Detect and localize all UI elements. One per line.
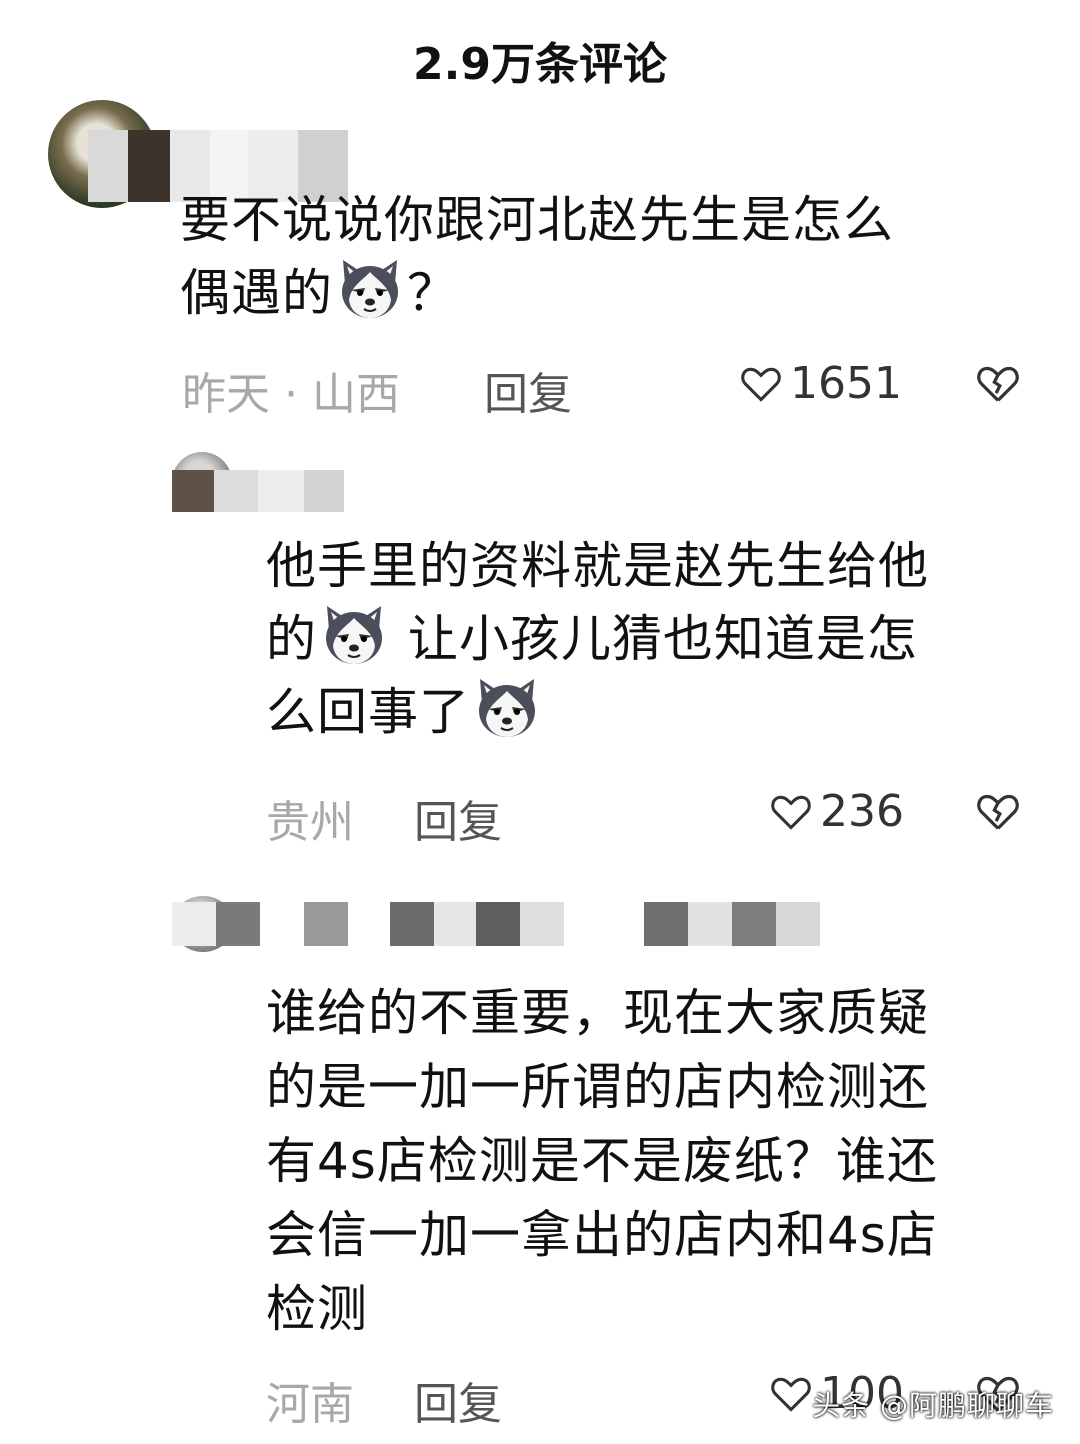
comment-text: 要不说说你跟河北赵先生是怎么 偶遇的？ [180, 191, 894, 322]
reply-button[interactable]: 回复 [414, 786, 502, 850]
heart-outline-icon [741, 367, 781, 402]
comment-text: 他手里的资料就是赵先生给他 的 让小孩儿猜也知道是怎 么回事了 [266, 537, 929, 741]
comment-time-location: 昨天 · 山西 [182, 369, 400, 420]
heart-outline-icon [771, 795, 811, 830]
reply-button[interactable]: 回复 [414, 1368, 502, 1432]
husky-emoji-icon [474, 675, 540, 741]
username-mosaic [172, 470, 344, 512]
husky-emoji-icon [337, 256, 403, 322]
comment-location: 贵州 [266, 797, 354, 848]
watermark: 头条 @阿鹏聊聊车 [812, 1389, 1054, 1422]
comment-location: 河南 [266, 1379, 354, 1430]
broken-heart-icon[interactable] [976, 364, 1020, 404]
like-count: 236 [820, 786, 904, 837]
like-count: 1651 [790, 358, 902, 409]
broken-heart-icon[interactable] [976, 792, 1020, 832]
husky-emoji-icon [321, 602, 387, 668]
reply-button[interactable]: 回复 [484, 358, 572, 422]
like-button[interactable]: 1651 [740, 358, 902, 409]
comment-text: 谁给的不重要，现在大家质疑 的是一加一所谓的店内检测还 有4s店检测是不是废纸？… [266, 984, 938, 1338]
like-button[interactable]: 236 [770, 786, 904, 837]
comments-header: 2.9万条评论 [413, 39, 667, 90]
heart-outline-icon [771, 1377, 811, 1412]
username-mosaic [172, 902, 862, 946]
